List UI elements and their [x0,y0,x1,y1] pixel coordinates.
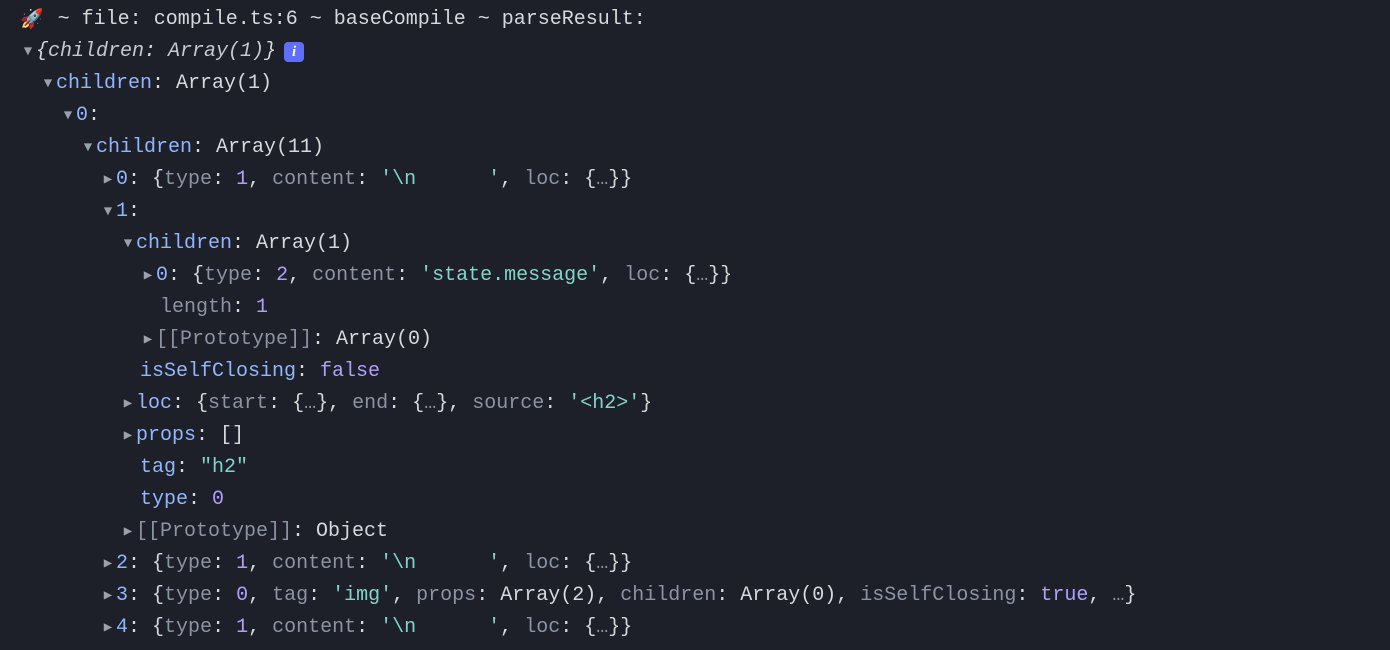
info-icon[interactable]: i [284,42,304,62]
prop-key: tag [140,452,176,484]
disclosure-triangle-icon[interactable] [140,265,156,287]
prop-key: loc [136,388,172,420]
root-object-row[interactable]: { children : Array(1) } i [20,36,1390,68]
prop-val: [] [220,420,244,452]
prop-key: [[Prototype]] [136,516,292,548]
children-11-row[interactable]: children : Array(11) [20,132,1390,164]
length-row[interactable]: length : 1 [20,292,1390,324]
disclosure-triangle-icon[interactable] [100,553,116,575]
array-item-2-row[interactable]: 2 : { type : 1 , content : '\n ' , loc :… [20,548,1390,580]
prop-key: children [136,228,232,260]
brace-open: { [36,36,48,68]
disclosure-triangle-icon[interactable] [100,617,116,639]
prop-key: 1 [116,196,128,228]
prop-val: Array(11) [216,132,324,164]
prop-key: isSelfClosing [140,356,296,388]
children-top-row[interactable]: children : Array(1) [20,68,1390,100]
disclosure-triangle-icon[interactable] [100,169,116,191]
inner-item-0-row[interactable]: 0 : { type : 2 , content : 'state.messag… [20,260,1390,292]
root-key: children [48,36,144,68]
array-item-3-row[interactable]: 3 : { type : 0 , tag : 'img' , props : A… [20,580,1390,612]
disclosure-triangle-icon[interactable] [60,105,76,127]
prop-sep: : [192,132,216,164]
disclosure-triangle-icon[interactable] [140,329,156,351]
disclosure-triangle-icon[interactable] [120,233,136,255]
brace-close: } [264,36,276,68]
prop-key: 0 [76,100,88,132]
prop-val: 1 [256,292,268,324]
prop-key: type [140,484,188,516]
prop-key: 0 [116,164,128,196]
prop-key: props [136,420,196,452]
prop-val: Array(1) [256,228,352,260]
array-item-1-row[interactable]: 1 : [20,196,1390,228]
disclosure-triangle-icon[interactable] [100,585,116,607]
prop-val: Object [316,516,388,548]
tag-row[interactable]: tag : "h2" [20,452,1390,484]
prop-sep: : [88,100,100,132]
disclosure-triangle-icon[interactable] [20,41,36,63]
disclosure-triangle-icon[interactable] [40,73,56,95]
isselfclosing-row[interactable]: isSelfClosing : false [20,356,1390,388]
prop-val: false [320,356,380,388]
prop-key: children [56,68,152,100]
disclosure-triangle-icon[interactable] [120,393,136,415]
log-header-line: 🚀 ~ file: compile.ts:6 ~ baseCompile ~ p… [20,4,1390,36]
disclosure-triangle-icon[interactable] [80,137,96,159]
root-val: Array(1) [168,36,264,68]
children-inner-row[interactable]: children : Array(1) [20,228,1390,260]
disclosure-triangle-icon[interactable] [100,201,116,223]
index-0-top-row[interactable]: 0 : [20,100,1390,132]
props-row[interactable]: props : [] [20,420,1390,452]
prop-val: Array(0) [336,324,432,356]
prop-key: [[Prototype]] [156,324,312,356]
array-item-0-row[interactable]: 0 : { type : 1 , content : '\n ' , loc :… [20,164,1390,196]
prototype-array-row[interactable]: [[Prototype]] : Array(0) [20,324,1390,356]
prop-val: Array(1) [176,68,272,100]
prototype-object-row[interactable]: [[Prototype]] : Object [20,516,1390,548]
disclosure-triangle-icon[interactable] [120,521,136,543]
root-sep: : [144,36,168,68]
array-item-4-row[interactable]: 4 : { type : 1 , content : '\n ' , loc :… [20,612,1390,644]
prop-key: length [160,292,232,324]
prop-sep: : [152,68,176,100]
prop-val: 0 [212,484,224,516]
loc-row[interactable]: loc : { start : { … } , end : { … } , so… [20,388,1390,420]
prop-val: "h2" [200,452,248,484]
prop-key: children [96,132,192,164]
devtools-console-output: 🚀 ~ file: compile.ts:6 ~ baseCompile ~ p… [0,0,1390,644]
log-header-text: ~ file: compile.ts:6 ~ baseCompile ~ par… [46,4,646,36]
rocket-icon: 🚀 [20,5,44,35]
type-row[interactable]: type : 0 [20,484,1390,516]
disclosure-triangle-icon[interactable] [120,425,136,447]
